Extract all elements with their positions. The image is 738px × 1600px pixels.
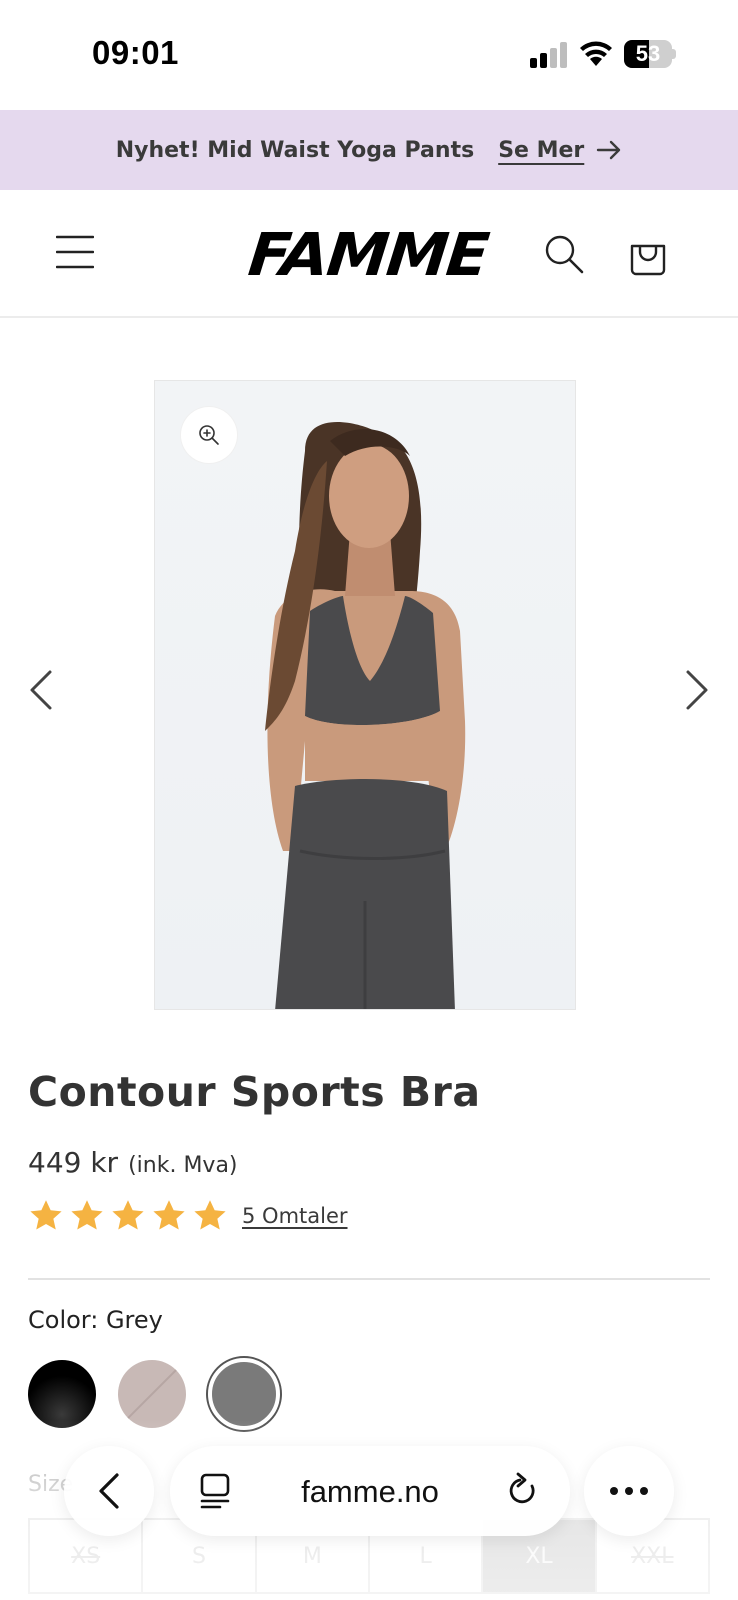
announcement-bar: Nyhet! Mid Waist Yoga Pants Se Mer xyxy=(0,110,738,190)
more-dot-icon xyxy=(640,1487,648,1495)
product-title: Contour Sports Bra xyxy=(28,1068,481,1116)
status-time: 09:01 xyxy=(92,34,179,71)
product-photo-illustration xyxy=(265,422,466,1009)
rating-row: 5 Omtaler xyxy=(28,1198,348,1234)
url-text: famme.no xyxy=(301,1474,439,1509)
shopping-bag-icon[interactable] xyxy=(628,234,668,276)
announcement-link[interactable]: Se Mer xyxy=(498,138,622,163)
more-options-button[interactable] xyxy=(584,1446,674,1536)
battery-level: 53 xyxy=(635,41,661,66)
star-rating xyxy=(28,1198,228,1234)
product-price: 449 kr xyxy=(28,1146,119,1179)
address-bar[interactable]: famme.no xyxy=(170,1446,570,1536)
price-row: 449 kr (ink. Mva) xyxy=(28,1146,238,1179)
more-dot-icon xyxy=(625,1487,633,1495)
star-icon xyxy=(112,1200,144,1230)
reviews-link[interactable]: 5 Omtaler xyxy=(242,1204,348,1228)
chevron-left-icon xyxy=(99,1473,119,1509)
zoom-button[interactable] xyxy=(181,407,237,463)
product-image[interactable] xyxy=(154,380,576,1010)
battery-icon: 53 xyxy=(624,40,676,68)
next-image-arrow-icon[interactable] xyxy=(682,668,712,712)
search-icon[interactable] xyxy=(544,234,584,274)
reload-icon[interactable] xyxy=(506,1472,540,1510)
divider xyxy=(28,1278,710,1280)
arrow-right-icon xyxy=(597,140,621,160)
browser-back-button[interactable] xyxy=(64,1446,154,1536)
more-dot-icon xyxy=(610,1487,618,1495)
star-icon xyxy=(71,1200,103,1230)
color-label: Color: Grey xyxy=(28,1306,163,1334)
cellular-signal-icon xyxy=(530,42,567,68)
previous-image-arrow-icon[interactable] xyxy=(26,668,56,712)
star-icon xyxy=(153,1200,185,1230)
announcement-link-label: Se Mer xyxy=(498,137,585,163)
tabs-icon[interactable] xyxy=(198,1472,232,1510)
announcement-text: Nyhet! Mid Waist Yoga Pants xyxy=(115,137,475,163)
hamburger-menu-icon[interactable] xyxy=(56,234,94,270)
price-tax-note: (ink. Mva) xyxy=(128,1153,238,1178)
color-swatch-grey[interactable] xyxy=(208,1358,280,1430)
site-header: FAMME xyxy=(0,190,738,318)
star-icon xyxy=(30,1200,62,1230)
zoom-in-icon xyxy=(199,425,219,445)
site-logo[interactable]: FAMME xyxy=(245,219,491,288)
wifi-icon xyxy=(580,41,612,66)
star-icon xyxy=(194,1200,226,1230)
color-swatch-taupe[interactable] xyxy=(118,1360,186,1428)
status-bar: 09:01 53 xyxy=(0,0,738,110)
color-swatch-black[interactable] xyxy=(28,1360,96,1428)
product-gallery xyxy=(0,318,738,1018)
